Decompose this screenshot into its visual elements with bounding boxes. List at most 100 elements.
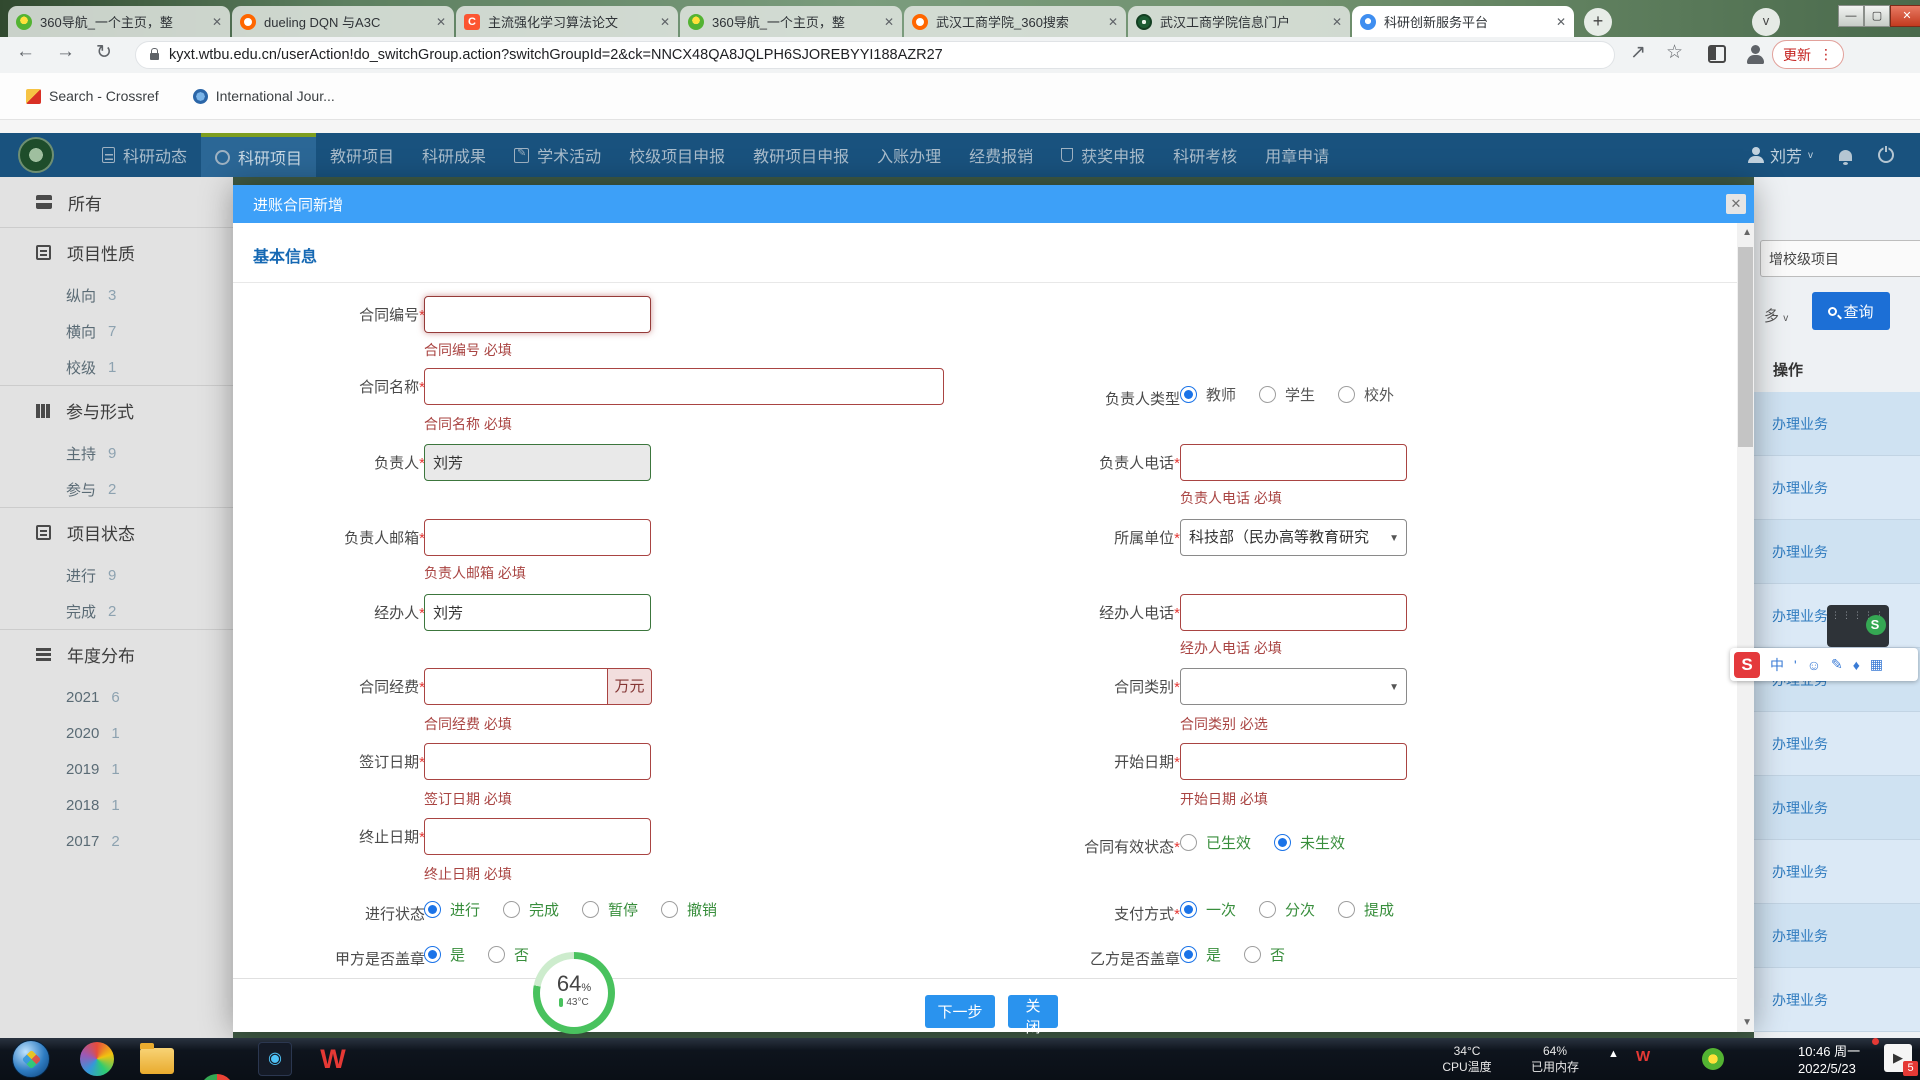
- tab-close-icon[interactable]: ✕: [1556, 15, 1566, 29]
- sidebar-item-all[interactable]: 所有: [0, 177, 233, 227]
- ime-emoji-icon[interactable]: ☺: [1807, 657, 1821, 673]
- sidebar-item-2017[interactable]: 2017 2: [0, 823, 233, 859]
- nav-item-income[interactable]: 入账办理: [863, 133, 955, 177]
- sidebar-group-years[interactable]: 年度分布: [0, 629, 233, 679]
- memory-indicator[interactable]: 64%已用内存: [1512, 1043, 1598, 1075]
- agent-phone-input[interactable]: [1180, 594, 1407, 631]
- tab-close-icon[interactable]: ✕: [1108, 15, 1118, 29]
- leader-email-input[interactable]: [424, 519, 651, 556]
- sidebar-group-nature[interactable]: 项目性质: [0, 227, 233, 277]
- back-icon[interactable]: ←: [16, 41, 35, 63]
- handle-business-link[interactable]: 办理业务: [1772, 926, 1828, 946]
- tab-close-icon[interactable]: ✕: [884, 15, 894, 29]
- next-step-button[interactable]: 下一步: [925, 995, 995, 1028]
- taskbar-clock[interactable]: 10:46 周一2022/5/23: [1798, 1043, 1860, 1077]
- bell-icon[interactable]: [1839, 150, 1852, 161]
- sidebar-item-ongoing[interactable]: 进行 9: [0, 557, 233, 593]
- ime-language-mode[interactable]: 中: [1770, 655, 1784, 675]
- share-icon[interactable]: ↗: [1630, 41, 1646, 64]
- sidebar-item-2021[interactable]: 2021 6: [0, 679, 233, 715]
- browser-tab[interactable]: C 主流强化学习算法论文 ✕: [456, 6, 678, 37]
- nav-item-awards[interactable]: 获奖申报: [1047, 133, 1159, 177]
- handle-business-link[interactable]: 办理业务: [1772, 862, 1828, 882]
- nav-item-projects-active[interactable]: 科研项目: [201, 133, 316, 177]
- handle-business-link[interactable]: 办理业务: [1772, 798, 1828, 818]
- bookmark-item[interactable]: International Jour...: [193, 88, 335, 104]
- browser-tab[interactable]: 360导航_一个主页，整 ✕: [8, 6, 230, 37]
- temperature-gauge-widget[interactable]: 64% 43°C: [533, 952, 615, 1034]
- screenshot-tool-widget[interactable]: ⋮⋮⋮⋮⋮ S: [1827, 605, 1889, 647]
- chrome-update-button[interactable]: 更新 ⋮: [1772, 40, 1844, 69]
- ime-mic-icon[interactable]: ♦: [1853, 657, 1860, 673]
- handle-business-link[interactable]: 办理业务: [1772, 734, 1828, 754]
- handle-business-link[interactable]: 办理业务: [1772, 606, 1828, 626]
- tray-expand-icon[interactable]: ▲: [1608, 1048, 1619, 1060]
- handle-business-link[interactable]: 办理业务: [1772, 414, 1828, 434]
- more-dropdown-partial[interactable]: 多 v: [1764, 305, 1788, 326]
- tray-wps-icon[interactable]: W: [1636, 1048, 1650, 1065]
- ime-punctuation-icon[interactable]: ': [1794, 657, 1797, 673]
- side-panel-icon[interactable]: [1708, 45, 1726, 63]
- agent-input[interactable]: [424, 594, 651, 631]
- nav-item-teaching-apply[interactable]: 教研项目申报: [739, 133, 863, 177]
- sidebar-group-status[interactable]: 项目状态: [0, 507, 233, 557]
- sidebar-item-2019[interactable]: 2019 1: [0, 751, 233, 787]
- handle-business-link[interactable]: 办理业务: [1772, 478, 1828, 498]
- close-window-button[interactable]: ✕: [1890, 5, 1920, 27]
- sidebar-item-2018[interactable]: 2018 1: [0, 787, 233, 823]
- tray-media-player-icon[interactable]: ▶ 5: [1884, 1044, 1912, 1072]
- minimize-button[interactable]: —: [1838, 5, 1864, 27]
- radio-student[interactable]: [1259, 386, 1276, 403]
- sidebar-item-participate[interactable]: 参与 2: [0, 471, 233, 507]
- browser-tab-active[interactable]: 科研创新服务平台 ✕: [1352, 6, 1574, 37]
- radio-ongoing[interactable]: [424, 901, 441, 918]
- search-button[interactable]: 查询: [1812, 292, 1890, 330]
- maximize-button[interactable]: ▢: [1864, 5, 1890, 27]
- sign-date-input[interactable]: [424, 743, 651, 780]
- nav-item-activities[interactable]: 学术活动: [500, 133, 615, 177]
- bookmark-item[interactable]: Search - Crossref: [26, 88, 159, 104]
- add-school-project-button[interactable]: 增校级项目: [1760, 240, 1920, 277]
- radio-party-a-yes[interactable]: [424, 946, 441, 963]
- handle-business-link[interactable]: 办理业务: [1772, 542, 1828, 562]
- dialog-close-footer-button[interactable]: 关闭: [1008, 995, 1058, 1028]
- nav-item-assessment[interactable]: 科研考核: [1159, 133, 1251, 177]
- browser-tab[interactable]: 360导航_一个主页，整 ✕: [680, 6, 902, 37]
- radio-commission[interactable]: [1338, 901, 1355, 918]
- radio-party-b-yes[interactable]: [1180, 946, 1197, 963]
- dialog-scrollbar[interactable]: ▲ ▼: [1737, 223, 1754, 1032]
- radio-once[interactable]: [1180, 901, 1197, 918]
- sidebar-item-finished[interactable]: 完成 2: [0, 593, 233, 629]
- sidebar-item-school-level[interactable]: 校级 1: [0, 349, 233, 385]
- tab-close-icon[interactable]: ✕: [212, 15, 222, 29]
- bookmark-star-icon[interactable]: ☆: [1666, 41, 1683, 64]
- radio-party-a-no[interactable]: [488, 946, 505, 963]
- nav-item-seal[interactable]: 用章申请: [1251, 133, 1343, 177]
- nav-item-reimburse[interactable]: 经费报销: [955, 133, 1047, 177]
- browser-tab[interactable]: 武汉工商学院信息门户 ✕: [1128, 6, 1350, 37]
- profile-avatar-icon[interactable]: [1745, 44, 1767, 66]
- nav-item-school-apply[interactable]: 校级项目申报: [615, 133, 739, 177]
- sogou-ime-toolbar[interactable]: S 中 ' ☺ ✎ ♦ ▦: [1730, 648, 1918, 681]
- ime-pen-icon[interactable]: ✎: [1831, 656, 1843, 673]
- leader-phone-input[interactable]: [1180, 444, 1407, 481]
- user-menu[interactable]: 刘芳 v: [1748, 143, 1813, 167]
- reload-icon[interactable]: ↻: [96, 41, 112, 64]
- start-date-input[interactable]: [1180, 743, 1407, 780]
- power-logout-icon[interactable]: [1878, 147, 1894, 163]
- sidebar-group-participation[interactable]: 参与形式: [0, 385, 233, 435]
- radio-finished[interactable]: [503, 901, 520, 918]
- radio-effective[interactable]: [1180, 834, 1197, 851]
- new-tab-button[interactable]: +: [1584, 8, 1612, 36]
- tab-close-icon[interactable]: ✕: [660, 15, 670, 29]
- contract-no-input[interactable]: [424, 296, 651, 333]
- nav-item-teaching-projects[interactable]: 教研项目: [316, 133, 408, 177]
- sidebar-item-host[interactable]: 主持 9: [0, 435, 233, 471]
- radio-not-effective[interactable]: [1274, 834, 1291, 851]
- sidebar-item-horizontal[interactable]: 横向 7: [0, 313, 233, 349]
- url-text[interactable]: kyxt.wtbu.edu.cn/userAction!do_switchGro…: [169, 47, 943, 63]
- sidebar-item-2020[interactable]: 2020 1: [0, 715, 233, 751]
- radio-external[interactable]: [1338, 386, 1355, 403]
- scroll-down-icon[interactable]: ▼: [1742, 1017, 1752, 1028]
- funds-input[interactable]: [424, 668, 608, 705]
